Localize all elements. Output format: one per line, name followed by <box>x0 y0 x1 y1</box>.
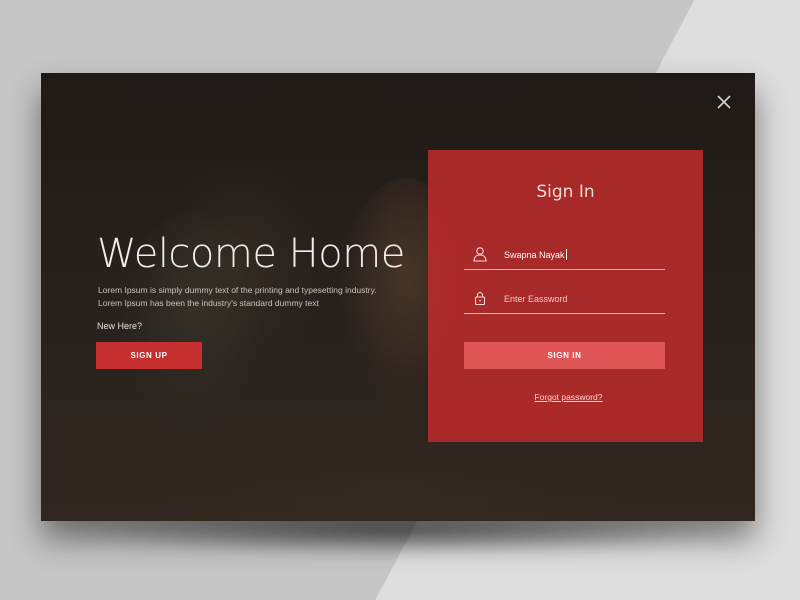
welcome-title: Welcome Home <box>97 231 405 277</box>
lock-icon <box>472 290 488 306</box>
welcome-description: Lorem Ipsum is simply dummy text of the … <box>98 285 377 308</box>
username-field[interactable]: Swapna Nayak <box>464 242 665 270</box>
user-icon <box>472 246 488 262</box>
text-caret <box>565 249 567 260</box>
password-placeholder: Enter Eassword <box>504 294 568 304</box>
sign-in-title: Sign In <box>536 182 595 202</box>
username-value: Swapna Nayak <box>504 249 567 260</box>
sign-in-button[interactable]: SIGN IN <box>464 342 665 369</box>
sign-up-button[interactable]: SIGN UP <box>96 342 202 369</box>
sign-in-panel: Sign In Swapna Nayak Enter Eassword SIGN… <box>428 150 703 442</box>
close-icon[interactable] <box>713 91 735 113</box>
new-here-label: New Here? <box>97 321 143 331</box>
login-modal: Welcome Home Lorem Ipsum is simply dummy… <box>41 73 755 521</box>
password-field[interactable]: Enter Eassword <box>464 286 665 314</box>
forgot-password-link[interactable]: Forgot password? <box>428 392 703 402</box>
